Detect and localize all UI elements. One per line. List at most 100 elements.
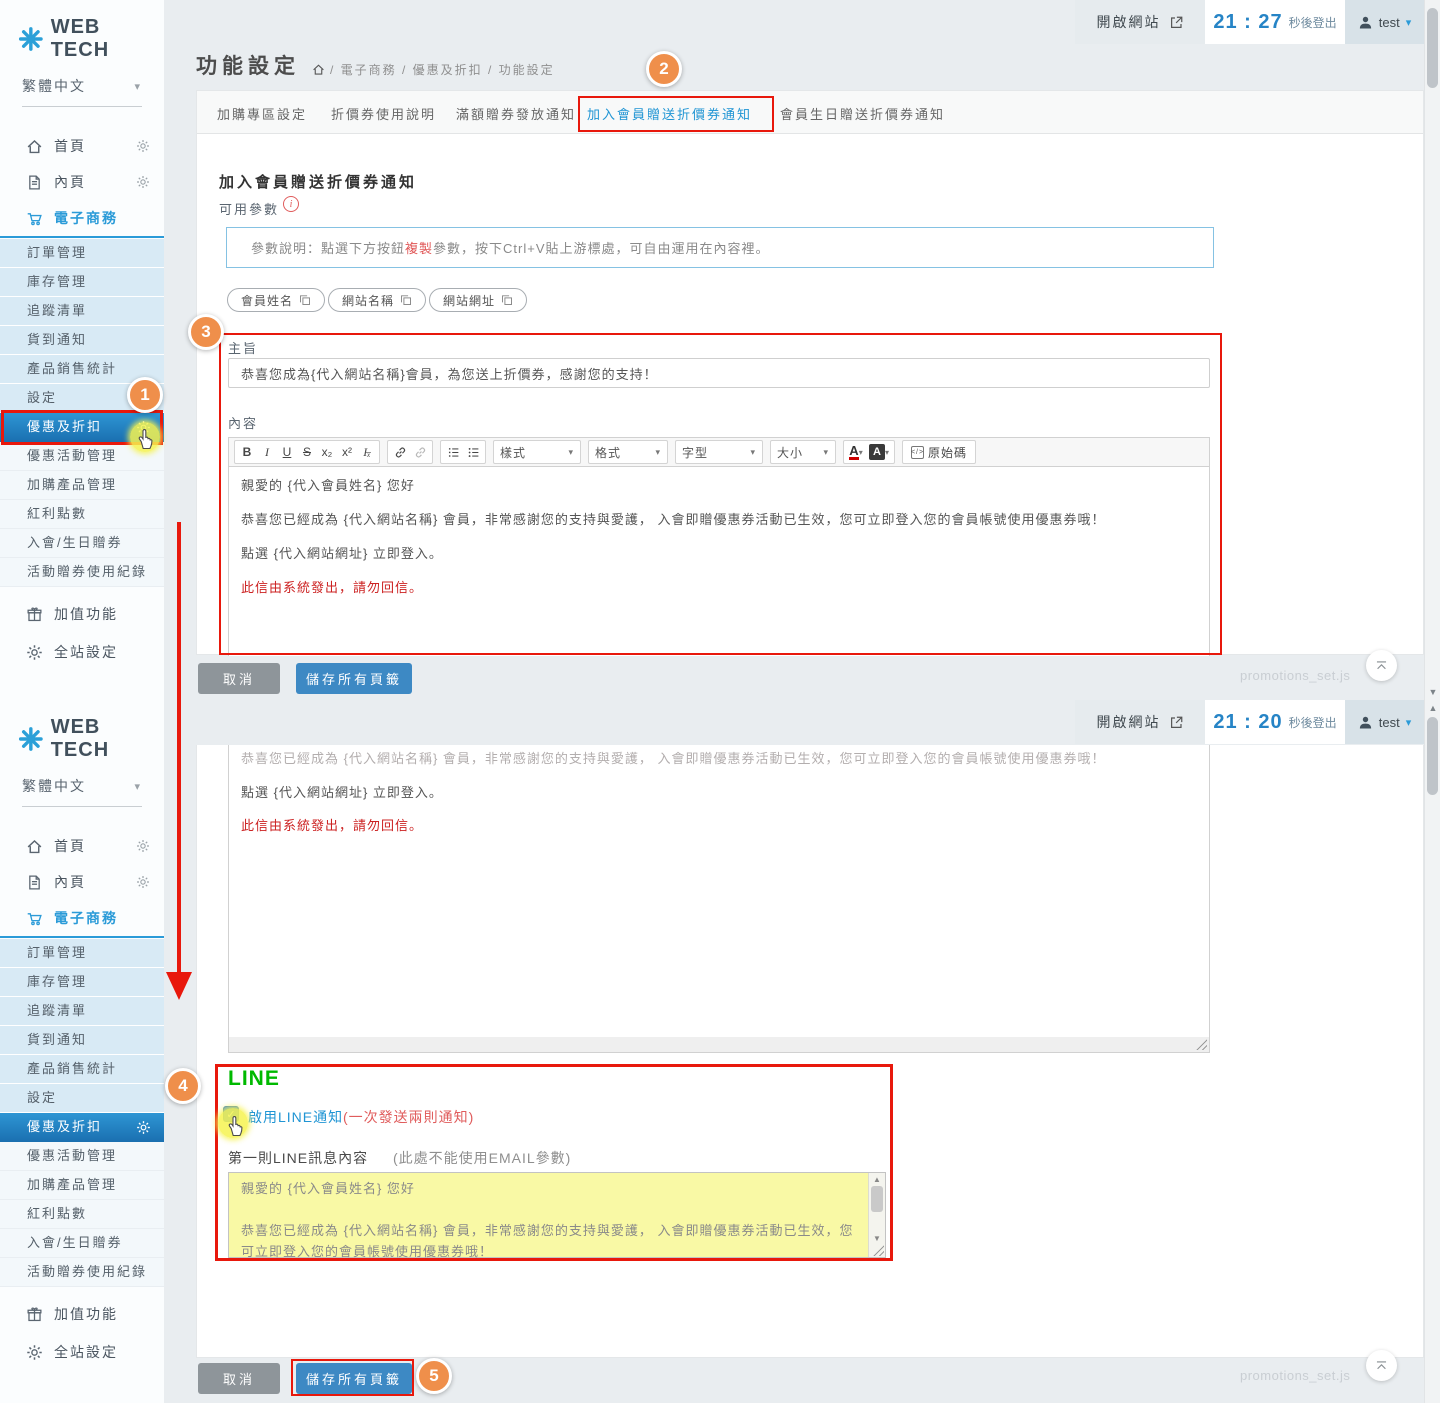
- italic-button[interactable]: I: [258, 442, 276, 462]
- sidebar-item-site-settings[interactable]: 全站設定: [0, 634, 164, 670]
- size-dropdown[interactable]: 大小▾: [770, 440, 836, 464]
- brand-logo[interactable]: WEB TECH: [18, 716, 164, 762]
- scrollbar-up-arrow[interactable]: ▲: [1425, 703, 1440, 713]
- sidebar-item-home[interactable]: 首頁: [0, 828, 164, 864]
- tab-join-member-coupon[interactable]: 加入會員贈送折價券通知: [587, 104, 752, 123]
- sidebar-item-tracking-list[interactable]: 追蹤清單: [0, 297, 164, 326]
- bold-button[interactable]: B: [238, 442, 256, 462]
- sidebar-item-value-added[interactable]: 加值功能: [0, 1296, 164, 1332]
- sidebar-item-arrival-notice[interactable]: 貨到通知: [0, 1026, 164, 1055]
- sidebar-item-promo-activity[interactable]: 優惠活動管理: [0, 1142, 164, 1171]
- browser-scrollbar[interactable]: ▼: [1424, 0, 1440, 700]
- enable-line-label[interactable]: 啟用LINE通知: [248, 1107, 343, 1127]
- param-button-site-url[interactable]: 網站網址: [429, 288, 527, 312]
- sidebar-item-bonus-points[interactable]: 紅利點數: [0, 1200, 164, 1229]
- scrollbar-down-arrow[interactable]: ▼: [869, 1234, 885, 1243]
- brand-logo[interactable]: WEB TECH: [18, 16, 164, 62]
- tab-coupon-usage[interactable]: 折價券使用說明: [331, 104, 436, 123]
- sidebar-item-order-management[interactable]: 訂單管理: [0, 939, 164, 968]
- link-button[interactable]: [391, 442, 409, 462]
- background-color-button[interactable]: A▾: [867, 442, 891, 462]
- cancel-button[interactable]: 取消: [198, 663, 280, 694]
- editor-resize-grip[interactable]: [1196, 1039, 1207, 1050]
- sidebar-item-ecommerce[interactable]: 電子商務: [0, 900, 164, 936]
- language-selector[interactable]: 繁體中文 ▾: [22, 776, 142, 807]
- underline-button[interactable]: U: [278, 442, 296, 462]
- subscript-button[interactable]: x₂: [318, 442, 336, 462]
- sidebar-item-sales-stats[interactable]: 產品銷售統計: [0, 1055, 164, 1084]
- tab-threshold-coupon[interactable]: 滿額贈券發放通知: [456, 104, 576, 123]
- language-selector[interactable]: 繁體中文 ▾: [22, 76, 142, 107]
- open-website-button[interactable]: 開啟網站: [1075, 0, 1205, 44]
- sidebar-item-addon-products[interactable]: 加購產品管理: [0, 1171, 164, 1200]
- save-all-tabs-button[interactable]: 儲存所有頁籤: [296, 1363, 412, 1394]
- sidebar-item-pages[interactable]: 內頁: [0, 164, 164, 200]
- sidebar-item-inventory[interactable]: 庫存管理: [0, 968, 164, 997]
- scroll-to-top-button[interactable]: [1366, 1350, 1397, 1381]
- cancel-button[interactable]: 取消: [198, 1363, 280, 1394]
- sidebar-item-coupon-usage-log[interactable]: 活動贈券使用紀錄: [0, 558, 164, 587]
- sidebar-item-join-birthday-coupon[interactable]: 入會/生日贈券: [0, 529, 164, 558]
- format-dropdown[interactable]: 格式▾: [588, 440, 668, 464]
- sidebar-item-arrival-notice[interactable]: 貨到通知: [0, 326, 164, 355]
- sidebar-item-ecommerce[interactable]: 電子商務: [0, 200, 164, 236]
- unlink-button[interactable]: [411, 442, 429, 462]
- sidebar-item-bonus-points[interactable]: 紅利點數: [0, 500, 164, 529]
- sidebar-item-addon-products[interactable]: 加購產品管理: [0, 471, 164, 500]
- sidebar-item-coupon-usage-log[interactable]: 活動贈券使用紀錄: [0, 1258, 164, 1287]
- sidebar-item-site-settings[interactable]: 全站設定: [0, 1334, 164, 1370]
- styles-dropdown[interactable]: 樣式▾: [493, 440, 581, 464]
- brand-name: WEB TECH: [51, 16, 164, 62]
- gear-icon[interactable]: [136, 175, 150, 189]
- param-button-site-name[interactable]: 網站名稱: [328, 288, 426, 312]
- editor-bottom-bar: [228, 1037, 1210, 1053]
- sidebar-item-home[interactable]: 首頁: [0, 128, 164, 164]
- sidebar-item-join-birthday-coupon[interactable]: 入會/生日贈券: [0, 1229, 164, 1258]
- tab-addon-zone[interactable]: 加購專區設定: [217, 104, 307, 123]
- unordered-list-button[interactable]: [464, 442, 482, 462]
- gear-icon[interactable]: [136, 875, 150, 889]
- user-menu[interactable]: test ▾: [1345, 700, 1424, 744]
- email-content-editor[interactable]: 恭喜您已經成為 {代入網站名稱} 會員，非常感謝您的支持與愛護， 入會即贈優惠券…: [228, 745, 1210, 1037]
- browser-scrollbar[interactable]: ▲: [1424, 700, 1440, 1403]
- open-website-button[interactable]: 開啟網站: [1075, 700, 1205, 744]
- active-nav-underline: [0, 936, 164, 938]
- line-message-textarea[interactable]: 親愛的 {代入會員姓名} 您好 恭喜您已經成為 {代入網站名稱} 會員，非常感謝…: [228, 1172, 886, 1258]
- scrollbar-thumb[interactable]: [1427, 717, 1438, 795]
- scrollbar-up-arrow[interactable]: ▲: [869, 1175, 885, 1184]
- info-icon[interactable]: i: [283, 196, 299, 212]
- sidebar-item-inventory[interactable]: 庫存管理: [0, 268, 164, 297]
- external-link-icon: [1169, 715, 1184, 730]
- editor-line: 點選 {代入網站網址} 立即登入。: [241, 782, 1189, 801]
- gear-icon[interactable]: [136, 839, 150, 853]
- sidebar-item-settings[interactable]: 設定: [0, 1084, 164, 1113]
- gear-icon[interactable]: [136, 139, 150, 153]
- user-menu[interactable]: test ▾: [1345, 0, 1424, 44]
- text-color-button[interactable]: A▾: [847, 442, 865, 462]
- font-dropdown[interactable]: 字型▾: [675, 440, 763, 464]
- gear-icon[interactable]: [136, 1120, 151, 1135]
- sidebar-item-promotions-discounts[interactable]: 優惠及折扣: [0, 1113, 164, 1142]
- email-content-editor[interactable]: 親愛的 {代入會員姓名} 您好 恭喜您已經成為 {代入網站名稱} 會員，非常感謝…: [228, 467, 1210, 656]
- scrollbar-down-arrow[interactable]: ▼: [1425, 687, 1440, 697]
- sidebar-item-value-added[interactable]: 加值功能: [0, 596, 164, 632]
- subject-input[interactable]: [228, 358, 1210, 388]
- sidebar-item-order-management[interactable]: 訂單管理: [0, 239, 164, 268]
- scrollbar-thumb[interactable]: [1427, 8, 1438, 88]
- external-link-icon: [1169, 15, 1184, 30]
- save-all-tabs-button[interactable]: 儲存所有頁籤: [296, 663, 412, 694]
- editor-line-system-notice: 此信由系統發出，請勿回信。: [241, 577, 1189, 596]
- tab-birthday-coupon[interactable]: 會員生日贈送折價券通知: [780, 104, 945, 123]
- strikethrough-button[interactable]: S: [298, 442, 316, 462]
- sidebar-item-pages[interactable]: 內頁: [0, 864, 164, 900]
- remove-format-button[interactable]: I̶ₓ: [358, 442, 376, 462]
- ordered-list-button[interactable]: [444, 442, 462, 462]
- superscript-button[interactable]: x²: [338, 442, 356, 462]
- scrollbar-thumb[interactable]: [871, 1186, 883, 1212]
- sidebar-item-tracking-list[interactable]: 追蹤清單: [0, 997, 164, 1026]
- hand-cursor-icon: [136, 428, 156, 450]
- scroll-to-top-button[interactable]: [1366, 650, 1397, 681]
- source-code-button[interactable]: </> 原始碼: [906, 444, 972, 461]
- param-button-member-name[interactable]: 會員姓名: [227, 288, 325, 312]
- textarea-scrollbar[interactable]: ▲ ▼: [868, 1173, 885, 1257]
